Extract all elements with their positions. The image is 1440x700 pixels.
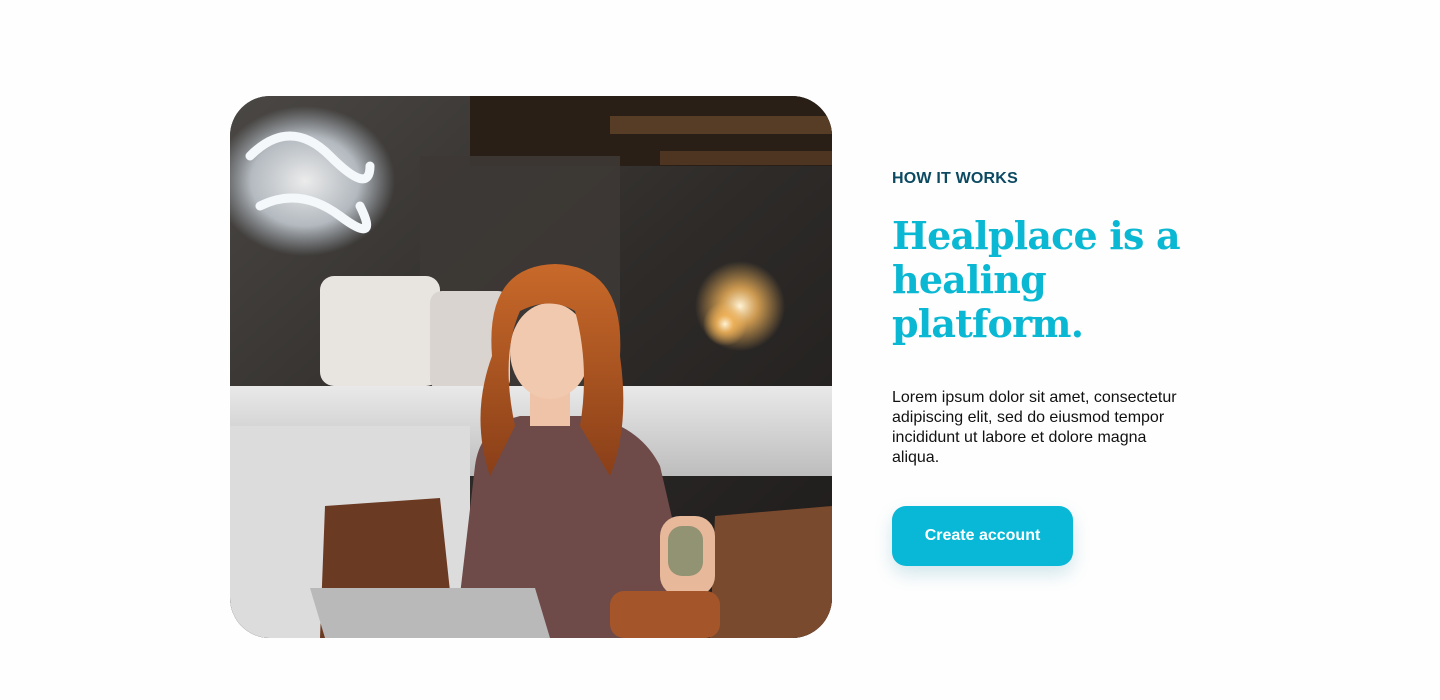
how-it-works-section: HOW IT WORKS Healplace is a healing plat… — [0, 0, 1440, 700]
section-headline: Healplace is a healing platform. — [892, 213, 1181, 346]
cafe-photo-illustration — [230, 96, 832, 638]
section-eyebrow: HOW IT WORKS — [892, 170, 1018, 187]
section-description: Lorem ipsum dolor sit amet, consectetur … — [892, 389, 1177, 466]
create-account-button[interactable]: Create account — [892, 506, 1073, 566]
hero-photo — [230, 96, 832, 638]
content-column: HOW IT WORKS Healplace is a healing plat… — [892, 168, 1192, 566]
